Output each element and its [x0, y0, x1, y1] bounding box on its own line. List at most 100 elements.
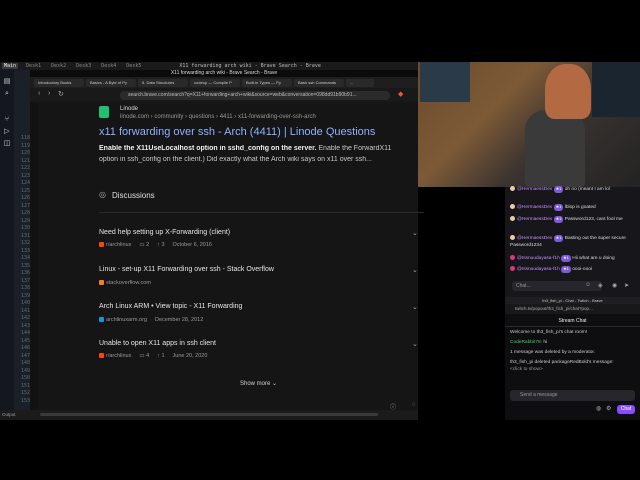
points-icon[interactable]: ◍: [596, 405, 601, 412]
webcam-person: [545, 64, 591, 119]
discussion-source: archlinuxarm.org: [99, 317, 147, 323]
discussion-title[interactable]: Unable to open X11 apps in ssh client: [99, 340, 216, 347]
discussion-source: r/archlinux: [99, 353, 131, 359]
workspace-desk4[interactable]: Desk4: [99, 63, 118, 69]
comments-count: ▭ 2: [139, 242, 150, 248]
workspace-desk3[interactable]: Desk3: [74, 63, 93, 69]
workspace-desk2[interactable]: Desk2: [49, 63, 68, 69]
result-site-name: Linode: [120, 106, 139, 112]
browser-tab[interactable]: ...: [346, 78, 374, 87]
activity-bar: ▤ ⌕ ⑂ ▷ ◫: [0, 70, 14, 420]
chevron-down-icon[interactable]: ⌄: [412, 303, 418, 311]
result-snippet-line2: option in ssh_config on the client.) Did…: [99, 156, 373, 163]
address-bar[interactable]: search.brave.com/search?q=X11+forwarding…: [120, 91, 390, 100]
browser-tab[interactable]: Built-in Types — Py: [242, 78, 292, 87]
discussion-meta: stackoverflow.com: [99, 280, 151, 286]
chat-message: @HermaessDev ★1 Basting out the super se…: [510, 235, 626, 248]
discussion-source: stackoverflow.com: [99, 280, 151, 286]
reddit-icon: [99, 353, 104, 359]
workspace-bar: Main Desk1 Desk2 Desk3 Desk4 Desk5 X11 f…: [0, 62, 418, 70]
webcam-monitor-right: [592, 62, 640, 117]
search-icon[interactable]: ⌕: [3, 90, 11, 98]
mod-notice: th3_fish_pi deleted packageRedBold's mes…: [510, 360, 614, 365]
mod-notice: 1 message was deleted by a moderator.: [510, 350, 596, 355]
discussion-source: r/archlinux: [99, 242, 131, 248]
send-icon[interactable]: ➤: [624, 282, 629, 289]
discussions-heading: Discussions: [112, 191, 155, 200]
workspace-desk1[interactable]: Desk1: [24, 63, 43, 69]
gift-icon[interactable]: ◈: [598, 282, 603, 289]
browser-tab[interactable]: Introductory Books: [34, 78, 84, 87]
show-more-button[interactable]: Show more ⌄: [240, 380, 277, 387]
discussion-date: October 6, 2016: [172, 242, 212, 248]
webcam-monitor-left: [420, 62, 470, 102]
gear-icon[interactable]: ⚙: [606, 405, 611, 412]
click-to-show-link[interactable]: <click to show>: [510, 367, 635, 374]
git-icon[interactable]: ⑂: [3, 116, 11, 124]
discussion-meta: r/archlinux ▭ 2 ↑ 3 October 6, 2016: [99, 242, 212, 248]
result-breadcrumb[interactable]: linode.com › community › questions › 441…: [120, 114, 316, 120]
votes-count: ↑ 3: [157, 242, 165, 248]
workspace-desk5[interactable]: Desk5: [124, 63, 143, 69]
avatar: [510, 204, 515, 210]
stream-chat-header: Stream Chat: [505, 316, 640, 327]
avatar: [510, 235, 515, 241]
twitch-window-title: th3_fish_pi - Chat - Twitch - Brave: [505, 297, 640, 304]
avatar: [510, 255, 515, 261]
chevron-down-icon[interactable]: ⌄: [412, 340, 418, 348]
discussion-title[interactable]: Need help setting up X-Forwarding (clien…: [99, 229, 230, 236]
discussion-title[interactable]: Arch Linux ARM • View topic - X11 Forwar…: [99, 303, 242, 310]
chat-message: @HermaessDev ★1 Password123, cant fool m…: [510, 216, 635, 224]
chevron-down-icon[interactable]: ⌄: [412, 229, 418, 237]
avatar: [510, 216, 515, 222]
horizontal-scrollbar[interactable]: [40, 413, 378, 416]
chat-message: @HermaessDev ★1 lblop is goated: [510, 204, 635, 212]
emoji-icon[interactable]: ☺: [585, 282, 591, 288]
window-title: X11 forwarding arch wiki - Brave Search …: [179, 63, 321, 69]
snippet-rest: Enable the ForwardX11: [316, 145, 392, 152]
mic-icon[interactable]: ◉: [612, 282, 617, 289]
archlinux-icon: [99, 317, 104, 323]
brave-shield-icon[interactable]: ◆: [398, 90, 403, 98]
reddit-icon: [99, 242, 104, 248]
browser-tab[interactable]: 5. Data Structures: [138, 78, 188, 87]
stackoverflow-icon: [99, 280, 104, 286]
votes-count: ↑ 1: [157, 353, 165, 359]
line-numbers: 118 119 120 121 122 123 124 125 126 127 128 129 130 1…: [20, 135, 30, 404]
feedback-icon[interactable]: ◌: [412, 402, 416, 408]
twitch-address-bar[interactable]: twitch.tv/popout/th3_fish_pi/chat?pop...: [505, 304, 640, 314]
back-icon[interactable]: ‹: [38, 90, 40, 97]
discussion-meta: archlinuxarm.org December 28, 2012: [99, 317, 203, 323]
browser-tab-strip: Introductory Books Basics - A Byte of Py…: [30, 77, 418, 88]
browser-tab[interactable]: Basics - A Byte of Py: [86, 78, 136, 87]
webcam-chair: [525, 110, 585, 187]
linode-logo-icon: [99, 106, 109, 118]
workspace-main[interactable]: Main: [2, 63, 19, 69]
chevron-down-icon[interactable]: ⌄: [412, 266, 418, 274]
avatar: [510, 266, 515, 272]
extensions-icon[interactable]: ◫: [3, 140, 11, 148]
send-message-input[interactable]: Send a message: [510, 390, 635, 401]
comments-count: ▭ 4: [139, 353, 150, 359]
chat-message: @Issnuudayasa-f1h ★1 oooi-oooi: [510, 266, 635, 274]
browser-title-bar: X11 forwarding arch wiki - Brave Search …: [30, 70, 418, 77]
discussion-title[interactable]: Linux - set-up X11 Forwarding over ssh -…: [99, 266, 274, 273]
discussion-date: June 20, 2020: [172, 353, 208, 359]
forward-icon[interactable]: ›: [48, 90, 50, 97]
avatar: [510, 186, 515, 192]
reload-icon[interactable]: ↻: [58, 90, 64, 98]
debug-icon[interactable]: ▷: [3, 128, 11, 136]
divider: [99, 212, 424, 213]
chat-message: @Issnuudayasa-f1h ★1 Hii what are u doin…: [510, 255, 635, 263]
browser-tab[interactable]: Bash ssh Commands: [294, 78, 344, 87]
result-title-link[interactable]: x11 forwarding over ssh - Arch (4411) | …: [99, 126, 375, 138]
browser-tab[interactable]: codeop — Compile P: [190, 78, 240, 87]
snippet-bold: Enable the X11UseLocalhost option in ssh…: [99, 145, 317, 152]
output-panel-tab[interactable]: Output: [2, 412, 16, 417]
discussion-meta: r/archlinux ▭ 4 ↑ 1 June 20, 2020: [99, 353, 207, 359]
chat-button[interactable]: Chat: [617, 405, 635, 414]
files-icon[interactable]: ▤: [3, 78, 11, 86]
result-snippet-line1: Enable the X11UseLocalhost option in ssh…: [99, 145, 399, 152]
discussion-date: December 28, 2012: [154, 317, 204, 323]
chat-message: @HermaessDev ★1 oh no (meant I am lol: [510, 186, 635, 194]
